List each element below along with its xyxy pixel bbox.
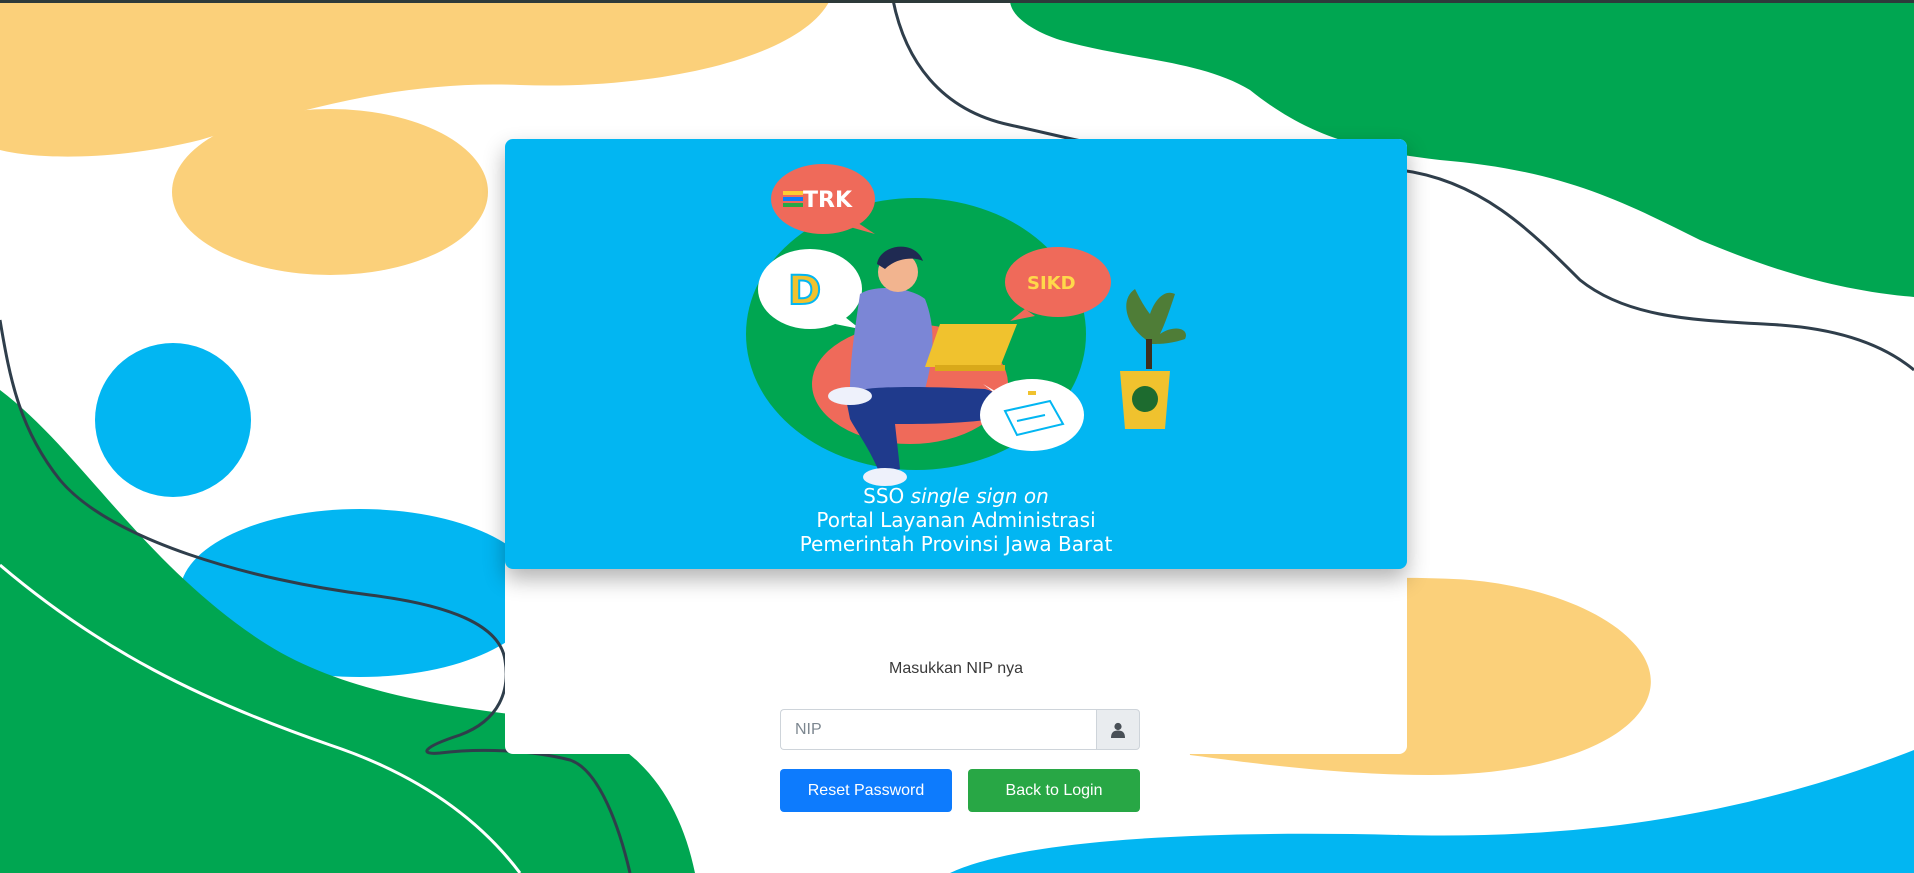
nip-prompt: Masukkan NIP nya bbox=[889, 660, 1023, 677]
nip-input[interactable] bbox=[780, 709, 1096, 750]
banner-line-2: Portal Layanan Administrasi bbox=[816, 508, 1096, 532]
nip-input-group bbox=[780, 709, 1140, 750]
nip-addon bbox=[1096, 709, 1140, 750]
banner-line-1: SSO single sign on bbox=[863, 484, 1049, 508]
trk-logo-text: TRK bbox=[803, 188, 853, 213]
d-logo-text: D bbox=[788, 268, 821, 314]
top-border bbox=[0, 0, 1914, 3]
sikd-logo-text: SIKD bbox=[1027, 273, 1076, 294]
trk-logo-bubble: TRK bbox=[771, 164, 875, 234]
d-logo-bubble: D bbox=[758, 249, 862, 329]
monitor-logo-bubble bbox=[980, 379, 1084, 451]
banner-line-3: Pemerintah Provinsi Jawa Barat bbox=[799, 532, 1113, 556]
reset-password-button[interactable]: Reset Password bbox=[780, 769, 952, 812]
plant-pot bbox=[1120, 289, 1186, 429]
back-to-login-button[interactable]: Back to Login bbox=[968, 769, 1140, 812]
user-icon bbox=[1111, 722, 1125, 738]
sso-banner: TRK D SIKD SSO single sign on Portal Lay… bbox=[505, 139, 1407, 569]
